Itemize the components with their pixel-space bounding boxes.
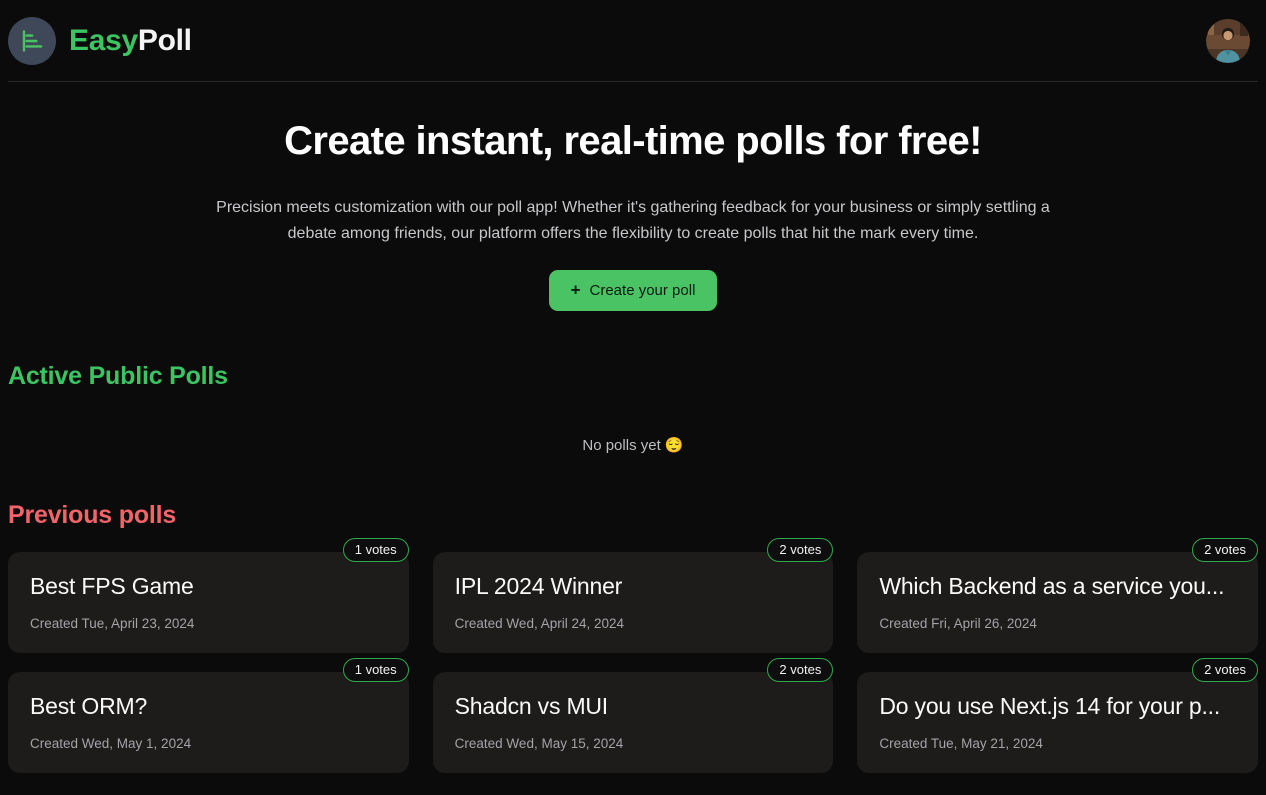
poll-card[interactable]: 1 votes Best ORM? Created Wed, May 1, 20…	[8, 658, 409, 773]
brand-name-secondary: Poll	[137, 24, 192, 57]
poll-created-date: Created Tue, May 21, 2024	[879, 736, 1043, 752]
poll-title: Do you use Next.js 14 for your p...	[879, 694, 1221, 719]
votes-badge: 1 votes	[342, 658, 409, 682]
poll-created-date: Created Wed, May 1, 2024	[30, 736, 192, 752]
brand-logo[interactable]: EasyPoll	[8, 17, 192, 65]
avatar[interactable]	[1206, 19, 1250, 63]
active-polls-heading: Active Public Polls	[8, 362, 228, 390]
bar-chart-logo-icon	[8, 17, 56, 65]
active-polls-empty-state: No polls yet 😌	[0, 436, 1266, 454]
poll-card[interactable]: 2 votes IPL 2024 Winner Created Wed, Apr…	[432, 538, 834, 653]
page-title: Create instant, real-time polls for free…	[284, 119, 982, 163]
votes-badge: 2 votes	[767, 658, 834, 682]
relieved-face-emoji-icon: 😌	[664, 437, 684, 454]
poll-title: Which Backend as a service you...	[879, 574, 1225, 599]
hero-description: Precision meets customization with our p…	[216, 199, 1050, 243]
brand-name: EasyPoll	[69, 26, 192, 56]
poll-title: Best FPS Game	[30, 574, 194, 599]
poll-card[interactable]: 2 votes Which Backend as a service you..…	[857, 538, 1258, 653]
plus-icon: +	[570, 280, 581, 300]
poll-title: Shadcn vs MUI	[454, 694, 609, 719]
poll-created-date: Created Tue, April 23, 2024	[30, 616, 195, 632]
previous-polls-heading: Previous polls	[8, 501, 177, 529]
poll-created-date: Created Wed, April 24, 2024	[454, 616, 625, 632]
poll-card[interactable]: 2 votes Shadcn vs MUI Created Wed, May 1…	[432, 658, 834, 773]
create-poll-button-label: Create your poll	[589, 282, 696, 299]
empty-state-text: No polls yet	[582, 437, 661, 454]
poll-card[interactable]: 1 votes Best FPS Game Created Tue, April…	[8, 538, 409, 653]
poll-title: Best ORM?	[30, 694, 148, 719]
poll-created-date: Created Fri, April 26, 2024	[879, 616, 1037, 632]
poll-created-date: Created Wed, May 15, 2024	[454, 736, 624, 752]
votes-badge: 2 votes	[1192, 538, 1258, 562]
create-poll-button[interactable]: + Create your poll	[548, 270, 718, 311]
user-avatar-photo	[1206, 19, 1250, 63]
hero-section: Create instant, real-time polls for free…	[0, 82, 1266, 311]
votes-badge: 2 votes	[1192, 658, 1258, 682]
poll-title: IPL 2024 Winner	[454, 574, 623, 599]
poll-card[interactable]: 2 votes Do you use Next.js 14 for your p…	[857, 658, 1258, 773]
brand-name-primary: Easy	[69, 24, 138, 57]
votes-badge: 2 votes	[767, 538, 834, 562]
hero-cta-wrapper: + Create your poll	[0, 270, 1266, 311]
previous-polls-grid: 1 votes Best FPS Game Created Tue, April…	[0, 538, 1266, 773]
app-header: EasyPoll	[0, 0, 1266, 82]
votes-badge: 1 votes	[342, 538, 409, 562]
